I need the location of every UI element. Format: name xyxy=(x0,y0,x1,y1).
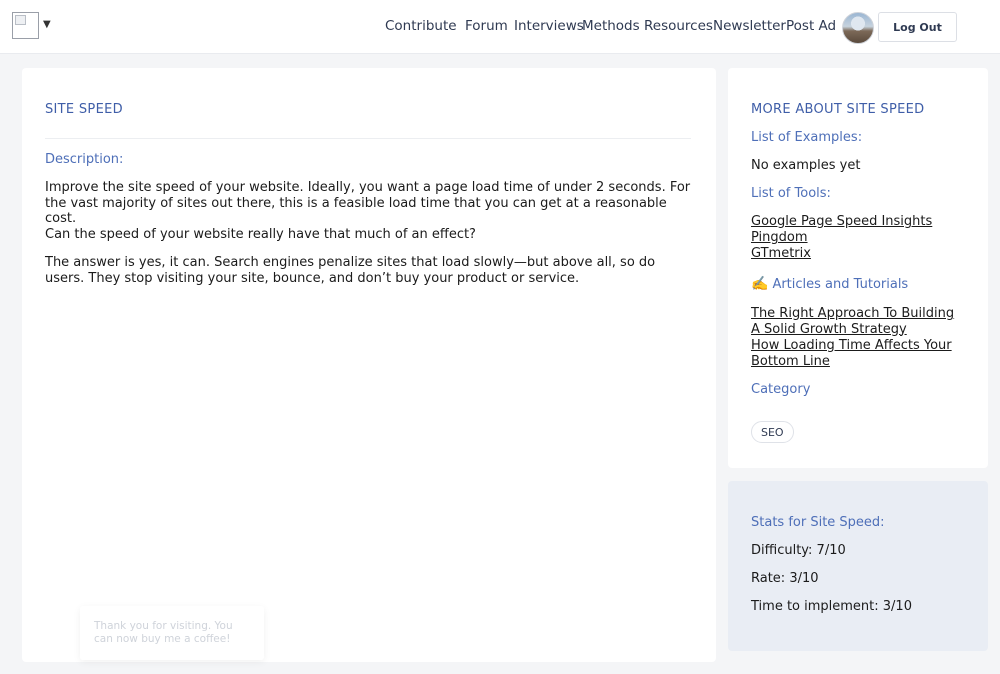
nav-newsletter[interactable]: Newsletter xyxy=(713,18,786,34)
examples-empty-text: No examples yet xyxy=(751,158,861,173)
article-link-growth-strategy[interactable]: The Right Approach To Building A Solid G… xyxy=(751,306,966,337)
sidebar-card: MORE ABOUT SITE SPEED List of Examples: … xyxy=(728,68,988,468)
writing-hand-icon: ✍️ xyxy=(751,276,769,292)
examples-label: List of Examples: xyxy=(751,130,863,145)
coffee-toast[interactable]: Thank you for visiting. You can now buy … xyxy=(80,606,264,660)
nav-methods[interactable]: Methods xyxy=(582,18,640,34)
page-title: SITE SPEED xyxy=(45,102,123,117)
stat-rate: Rate: 3/10 xyxy=(751,571,819,586)
stats-card: Stats for Site Speed: Difficulty: 7/10 R… xyxy=(728,481,988,651)
tool-link-google-page-speed[interactable]: Google Page Speed Insights xyxy=(751,214,966,230)
tool-link-gtmetrix[interactable]: GTmetrix xyxy=(751,246,966,262)
top-navbar: ▼ Contribute Forum Interviews Methods Re… xyxy=(0,0,1000,54)
article-link-loading-time[interactable]: How Loading Time Affects Your Bottom Lin… xyxy=(751,338,966,369)
description-paragraph-2: Can the speed of your website really hav… xyxy=(45,227,476,242)
tool-link-pingdom[interactable]: Pingdom xyxy=(751,230,966,246)
avatar[interactable] xyxy=(842,12,874,44)
logo-menu[interactable]: ▼ xyxy=(12,12,51,39)
category-label: Category xyxy=(751,382,811,397)
chevron-down-icon[interactable]: ▼ xyxy=(43,19,51,30)
sidebar-title: MORE ABOUT SITE SPEED xyxy=(751,102,925,117)
stat-time-to-implement: Time to implement: 3/10 xyxy=(751,599,912,614)
articles-label-text: Articles and Tutorials xyxy=(772,277,909,292)
articles-label: ✍️ Articles and Tutorials xyxy=(751,276,908,292)
nav-contribute[interactable]: Contribute xyxy=(385,18,457,34)
nav-interviews[interactable]: Interviews xyxy=(514,18,584,34)
stat-difficulty: Difficulty: 7/10 xyxy=(751,543,846,558)
description-paragraph-1: Improve the site speed of your website. … xyxy=(45,180,691,226)
logout-button[interactable]: Log Out xyxy=(878,12,957,42)
nav-post-ad[interactable]: Post Ad xyxy=(786,18,836,34)
main-content-card: SITE SPEED Description: Improve the site… xyxy=(22,68,716,662)
description-paragraph-3: The answer is yes, it can. Search engine… xyxy=(45,255,656,286)
stats-title: Stats for Site Speed: xyxy=(751,515,885,530)
divider xyxy=(45,138,691,139)
category-tag-seo[interactable]: SEO xyxy=(751,421,794,443)
description-label: Description: xyxy=(45,152,124,167)
nav-forum[interactable]: Forum xyxy=(465,18,508,34)
nav-resources[interactable]: Resources xyxy=(644,18,713,34)
broken-image-icon[interactable] xyxy=(12,12,39,39)
tools-label: List of Tools: xyxy=(751,186,831,201)
